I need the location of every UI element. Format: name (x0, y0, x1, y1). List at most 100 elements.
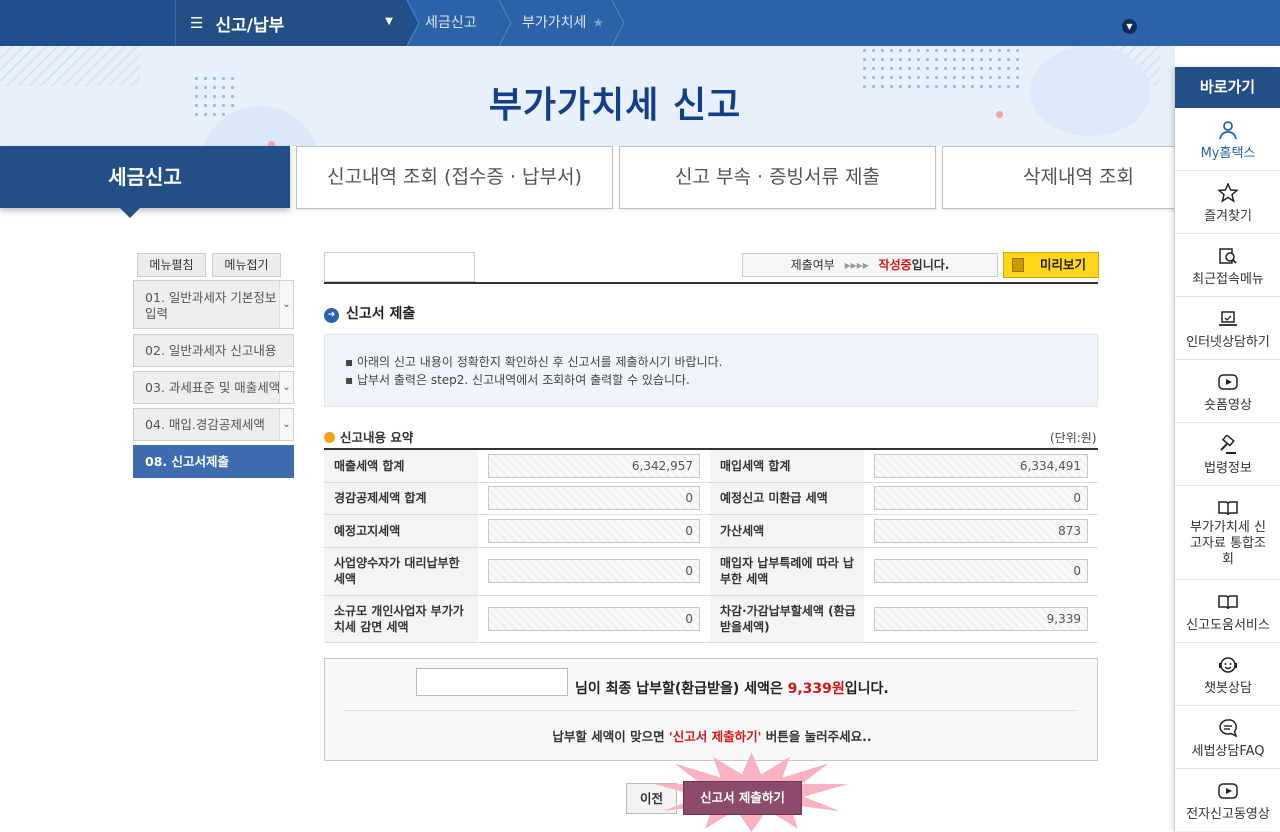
tab-tax-filing[interactable]: 세금신고 (0, 146, 290, 218)
side-menu-item-purchase-deduction[interactable]: 04. 매입.경감공제세액 ⌄ (133, 408, 294, 441)
breadcrumb: 세금신고 부가가치세 ★ (407, 0, 1280, 46)
favorite-star-icon[interactable]: ★ (592, 16, 604, 31)
table-label: 소규모 개인사업자 부가가치세 감면 세액 (324, 595, 478, 643)
taxpayer-name-box (416, 668, 568, 696)
taxpayer-name-field (324, 252, 475, 282)
breadcrumb-item-tax-filing[interactable]: 세금신고 (425, 0, 477, 46)
status-label: 제출여부 (790, 258, 835, 272)
deduction-total-value: 0 (488, 486, 700, 510)
gavel-icon (1220, 435, 1236, 454)
proxy-payment-value: 0 (488, 559, 700, 583)
summary-title: 신고내용 요약 (324, 427, 413, 446)
table-label: 차감·가감납부할세액 (환급받을세액) (710, 595, 864, 643)
side-menu-label: 08. 신고서제출 (145, 454, 229, 469)
menu-expand-button[interactable]: 메뉴펼침 (137, 253, 206, 277)
breadcrumb-item-vat[interactable]: 부가가치세 ★ (522, 0, 604, 46)
quick-link-my-hometax[interactable]: My홈택스 (1175, 108, 1280, 171)
side-menu-item-basic-info[interactable]: 01. 일반과세자 기본정보 입력 ⌄ (133, 280, 294, 329)
chevron-down-icon: ⌄ (279, 372, 293, 403)
final-amount-box: 님이 최종 납부할(환급받을) 세액은 9,339원입니다. 납부할 세액이 맞… (324, 658, 1098, 761)
section-title-text: 신고서 제출 (346, 306, 416, 322)
penalty-tax-value: 873 (874, 518, 1088, 543)
table-label: 사업양수자가 대리납부한 세액 (324, 547, 478, 596)
section-title: ➜ 신고서 제출 (324, 303, 415, 323)
table-label: 매입세액 합계 (710, 449, 864, 483)
menu-collapse-button[interactable]: 메뉴접기 (212, 253, 281, 277)
side-menu-item-tax-base[interactable]: 03. 과세표준 및 매출세액 ⌄ (133, 371, 294, 404)
laptop-icon (1219, 311, 1237, 326)
tab-filing-history[interactable]: 신고내역 조회 (접수증 · 납부서) (296, 146, 613, 209)
sales-tax-total-value: 6,342,957 (488, 453, 700, 478)
summary-title-text: 신고내용 요약 (340, 430, 414, 445)
table-label: 매출세액 합계 (324, 449, 478, 483)
quick-link-law-info[interactable]: 법령정보 (1175, 423, 1280, 486)
net-payable-tax-value: 9,339 (874, 606, 1088, 631)
table-row: 예정고지세액 0 가산세액 873 (324, 514, 1098, 548)
status-suffix: 입니다. (911, 258, 950, 272)
tab-label: 세금신고 (108, 165, 182, 189)
quick-link-chatbot[interactable]: 챗봇상담 (1175, 643, 1280, 706)
table-row: 매출세액 합계 6,342,957 매입세액 합계 6,334,491 (324, 449, 1098, 483)
chatbot-icon (1219, 657, 1237, 673)
quick-links-title: 바로가기 (1175, 67, 1280, 108)
book-icon (1218, 595, 1238, 610)
preview-button[interactable]: 미리보기 (1003, 252, 1099, 278)
quick-link-online-consult[interactable]: 인터넷상담하기 (1175, 297, 1280, 360)
notice-line: ▪ 납부서 출력은 step2. 신고내역에서 조회하여 출력할 수 있습니다. (345, 373, 690, 387)
dropdown-arrow-icon: ▼ (385, 16, 393, 27)
expand-circle-icon[interactable]: ▼ (1122, 19, 1137, 34)
final-amount-message: 님이 최종 납부할(환급받을) 세액은 9,339원입니다. (575, 681, 889, 697)
active-tab-arrow (120, 208, 140, 218)
side-menu-label: 01. 일반과세자 기본정보 입력 (145, 290, 277, 321)
tab-deleted-history[interactable]: 삭제내역 조회 (942, 146, 1175, 209)
table-label: 가산세액 (710, 514, 864, 548)
tab-attachments-submit[interactable]: 신고 부속 · 증빙서류 제출 (619, 146, 936, 209)
small-business-reduction-value: 0 (488, 606, 700, 631)
unit-label: (단위:원) (1050, 431, 1097, 445)
hamburger-icon: ☰ (190, 14, 204, 32)
side-menu-item-submit[interactable]: 08. 신고서제출 (133, 445, 294, 478)
quick-link-tax-faq[interactable]: 세법상담FAQ (1175, 706, 1280, 769)
quick-link-favorites[interactable]: 즐겨찾기 (1175, 171, 1280, 234)
notice-line: ▪ 아래의 신고 내용이 정확한지 확인하신 후 신고서를 제출하시기 바랍니다… (345, 355, 723, 369)
confirm-message: 납부할 세액이 맞으면 '신고서 제출하기' 버튼을 눌러주세요.. (552, 729, 872, 744)
top-navigation-bar: ☰ 신고/납부 ▼ 세금신고 부가가치세 ★ ▼ (0, 0, 1280, 46)
table-label: 매입자 납부특례에 따라 납부한 세액 (710, 547, 864, 596)
play-icon (1218, 374, 1238, 390)
main-menu-dropdown[interactable]: ☰ 신고/납부 ▼ (175, 0, 407, 46)
quick-link-filing-help[interactable]: 신고도움서비스 (1175, 580, 1280, 643)
purchase-tax-total-value: 6,334,491 (874, 453, 1088, 478)
bullet-icon (324, 432, 335, 443)
recent-search-icon (1219, 248, 1237, 264)
side-menu-label: 02. 일반과세자 신고내용 (145, 343, 277, 358)
table-label: 경감공제세액 합계 (324, 482, 478, 515)
user-icon (1219, 121, 1237, 140)
quick-link-recent-menu[interactable]: 최근접속메뉴 (1175, 234, 1280, 297)
chat-icon (1219, 719, 1238, 738)
divider (345, 710, 1077, 711)
document-icon (1012, 258, 1024, 272)
side-menu-label: 04. 매입.경감공제세액 (145, 417, 265, 432)
side-menu-item-filing-content[interactable]: 02. 일반과세자 신고내용 (133, 334, 294, 367)
table-label: 예정고지세액 (324, 514, 478, 548)
page-title: 부가가치세 신고 (488, 85, 742, 126)
submit-filing-button[interactable]: 신고서 제출하기 (683, 781, 802, 815)
final-amount: 9,339원 (787, 681, 845, 697)
summary-table: 매출세액 합계 6,342,957 매입세액 합계 6,334,491 경감공제… (324, 448, 1098, 643)
breadcrumb-separator-icon (612, 0, 625, 46)
quick-link-efiling-video[interactable]: 전자신고동영상 (1175, 769, 1280, 831)
chevron-down-icon: ⌄ (279, 281, 293, 328)
notice-box: ▪ 아래의 신고 내용이 정확한지 확인하신 후 신고서를 제출하시기 바랍니다… (324, 334, 1098, 407)
notified-tax-value: 0 (488, 518, 700, 543)
table-row: 경감공제세액 합계 0 예정신고 미환급 세액 0 (324, 482, 1098, 515)
quick-link-shortform-video[interactable]: 숏폼영상 (1175, 360, 1280, 423)
side-menu-label: 03. 과세표준 및 매출세액 (145, 380, 281, 395)
book-icon (1218, 501, 1238, 516)
divider (324, 282, 1098, 284)
arrow-circle-icon: ➜ (324, 308, 339, 323)
quick-link-vat-data-lookup[interactable]: 부가가치세 신고자료 통합조회 (1175, 486, 1280, 580)
preview-label: 미리보기 (1040, 257, 1087, 272)
unrefunded-tax-value: 0 (874, 486, 1088, 510)
table-row: 사업양수자가 대리납부한 세액 0 매입자 납부특례에 따라 납부한 세액 0 (324, 547, 1098, 596)
status-value: 작성중 (878, 258, 912, 272)
